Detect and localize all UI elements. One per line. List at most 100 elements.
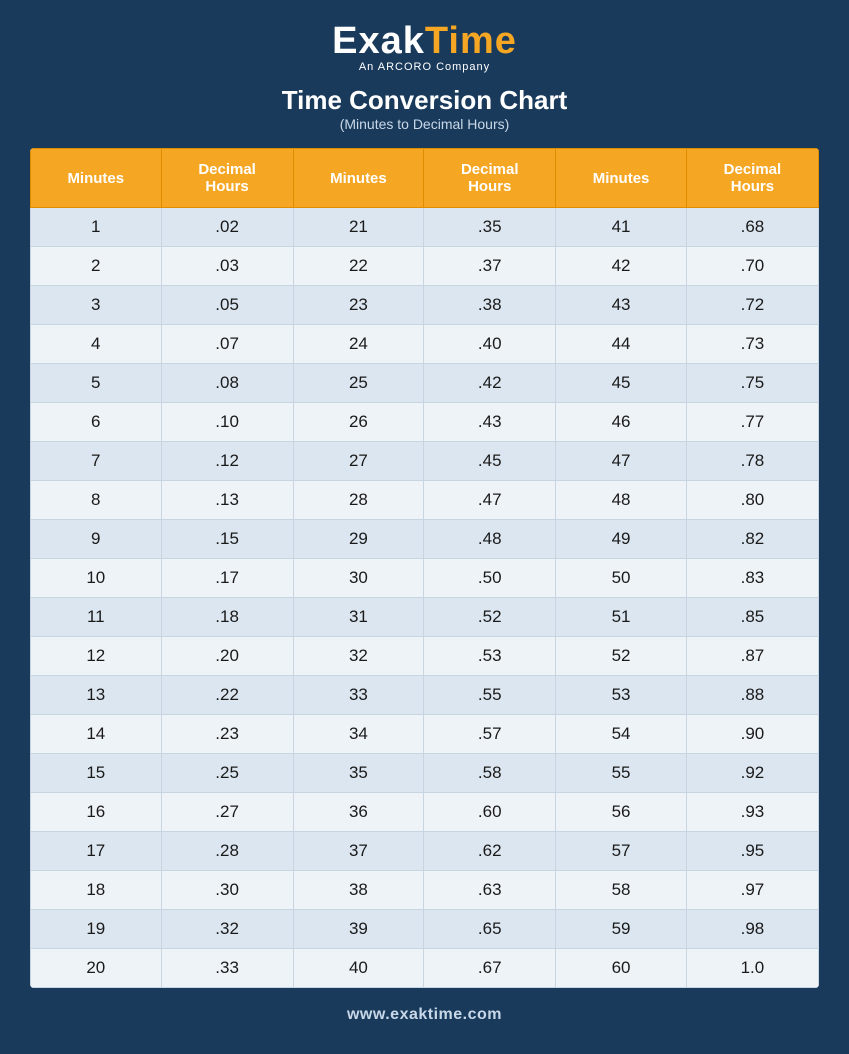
cell-r10-c1: .18 [161,598,293,637]
cell-r12-c5: .88 [686,676,818,715]
cell-r11-c3: .53 [424,637,556,676]
cell-r10-c3: .52 [424,598,556,637]
table-row: 3.0523.3843.72 [31,286,819,325]
cell-r18-c3: .65 [424,910,556,949]
table-row: 12.2032.5352.87 [31,637,819,676]
cell-r6-c3: .45 [424,442,556,481]
cell-r13-c4: 54 [556,715,687,754]
cell-r2-c5: .72 [686,286,818,325]
cell-r14-c1: .25 [161,754,293,793]
cell-r12-c0: 13 [31,676,162,715]
cell-r5-c0: 6 [31,403,162,442]
cell-r16-c1: .28 [161,832,293,871]
cell-r16-c5: .95 [686,832,818,871]
cell-r6-c1: .12 [161,442,293,481]
cell-r18-c0: 19 [31,910,162,949]
column-header-4: Minutes [556,149,687,208]
cell-r16-c4: 57 [556,832,687,871]
cell-r2-c2: 23 [293,286,424,325]
cell-r2-c0: 3 [31,286,162,325]
table-row: 18.3038.6358.97 [31,871,819,910]
cell-r7-c2: 28 [293,481,424,520]
main-card: ExakTime An ARCORO Company Time Conversi… [0,0,849,1054]
column-header-2: Minutes [293,149,424,208]
column-header-1: DecimalHours [161,149,293,208]
cell-r2-c3: .38 [424,286,556,325]
cell-r7-c4: 48 [556,481,687,520]
cell-r8-c5: .82 [686,520,818,559]
cell-r13-c1: .23 [161,715,293,754]
table-row: 5.0825.4245.75 [31,364,819,403]
cell-r3-c4: 44 [556,325,687,364]
table-row: 19.3239.6559.98 [31,910,819,949]
cell-r13-c0: 14 [31,715,162,754]
table-row: 14.2334.5754.90 [31,715,819,754]
cell-r0-c5: .68 [686,208,818,247]
cell-r4-c0: 5 [31,364,162,403]
cell-r13-c5: .90 [686,715,818,754]
cell-r9-c1: .17 [161,559,293,598]
cell-r11-c1: .20 [161,637,293,676]
cell-r19-c3: .67 [424,949,556,988]
cell-r12-c2: 33 [293,676,424,715]
cell-r10-c5: .85 [686,598,818,637]
table-row: 13.2233.5553.88 [31,676,819,715]
cell-r1-c3: .37 [424,247,556,286]
column-header-3: DecimalHours [424,149,556,208]
cell-r5-c4: 46 [556,403,687,442]
logo: ExakTime [332,20,517,63]
cell-r3-c0: 4 [31,325,162,364]
cell-r15-c4: 56 [556,793,687,832]
cell-r13-c2: 34 [293,715,424,754]
table-row: 4.0724.4044.73 [31,325,819,364]
cell-r3-c2: 24 [293,325,424,364]
cell-r0-c1: .02 [161,208,293,247]
cell-r15-c0: 16 [31,793,162,832]
cell-r16-c2: 37 [293,832,424,871]
cell-r19-c4: 60 [556,949,687,988]
cell-r1-c0: 2 [31,247,162,286]
cell-r4-c2: 25 [293,364,424,403]
cell-r15-c3: .60 [424,793,556,832]
cell-r12-c3: .55 [424,676,556,715]
table-row: 7.1227.4547.78 [31,442,819,481]
cell-r18-c2: 39 [293,910,424,949]
cell-r0-c3: .35 [424,208,556,247]
cell-r3-c5: .73 [686,325,818,364]
cell-r11-c2: 32 [293,637,424,676]
logo-tagline: An ARCORO Company [359,61,490,73]
cell-r8-c4: 49 [556,520,687,559]
cell-r0-c2: 21 [293,208,424,247]
chart-title: Time Conversion Chart [282,85,568,116]
table-row: 16.2736.6056.93 [31,793,819,832]
cell-r15-c5: .93 [686,793,818,832]
column-header-5: DecimalHours [686,149,818,208]
cell-r1-c4: 42 [556,247,687,286]
cell-r9-c4: 50 [556,559,687,598]
cell-r10-c0: 11 [31,598,162,637]
cell-r5-c3: .43 [424,403,556,442]
table-row: 1.0221.3541.68 [31,208,819,247]
cell-r8-c3: .48 [424,520,556,559]
table-row: 2.0322.3742.70 [31,247,819,286]
cell-r0-c4: 41 [556,208,687,247]
table-row: 15.2535.5855.92 [31,754,819,793]
cell-r16-c0: 17 [31,832,162,871]
cell-r1-c1: .03 [161,247,293,286]
cell-r8-c2: 29 [293,520,424,559]
cell-r7-c3: .47 [424,481,556,520]
table-row: 11.1831.5251.85 [31,598,819,637]
cell-r3-c3: .40 [424,325,556,364]
cell-r6-c0: 7 [31,442,162,481]
table-row: 10.1730.5050.83 [31,559,819,598]
cell-r6-c5: .78 [686,442,818,481]
cell-r0-c0: 1 [31,208,162,247]
cell-r1-c5: .70 [686,247,818,286]
cell-r17-c1: .30 [161,871,293,910]
cell-r8-c1: .15 [161,520,293,559]
cell-r9-c2: 30 [293,559,424,598]
cell-r14-c2: 35 [293,754,424,793]
cell-r7-c0: 8 [31,481,162,520]
table-row: 8.1328.4748.80 [31,481,819,520]
footer-url: www.exaktime.com [347,1006,502,1024]
